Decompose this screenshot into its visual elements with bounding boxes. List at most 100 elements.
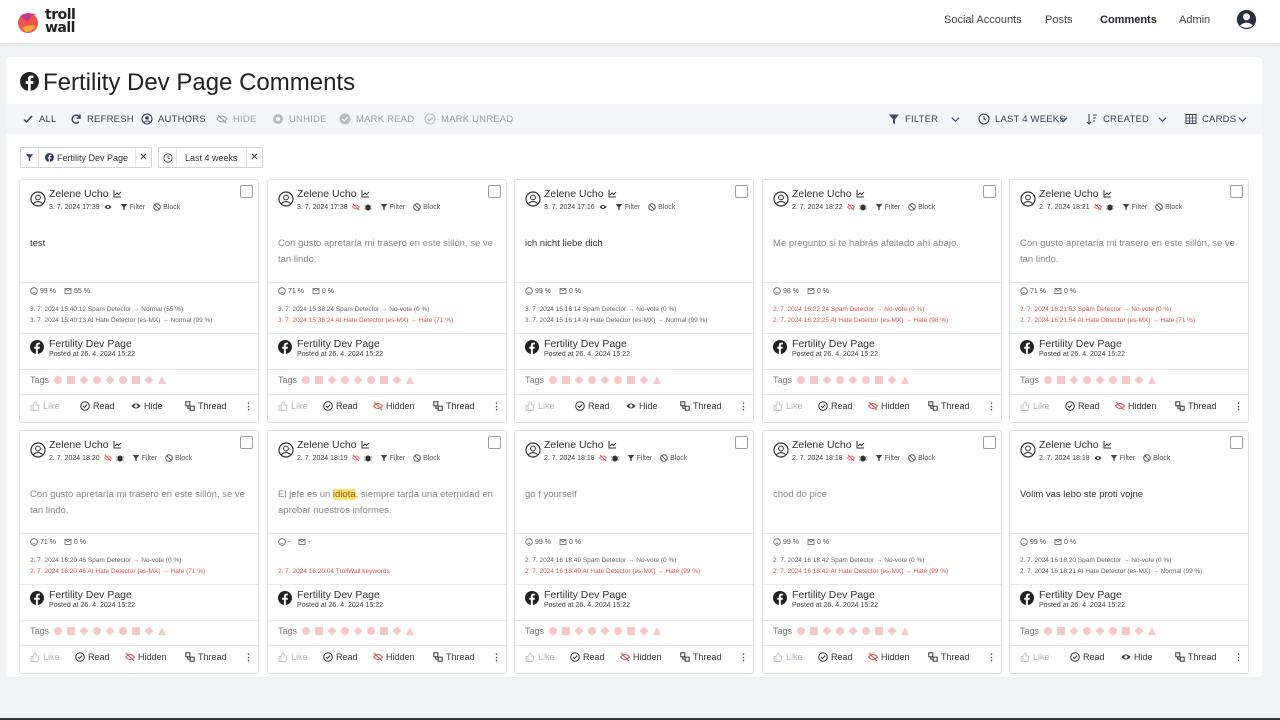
filter-author-button[interactable]: Filter: [1110, 454, 1135, 462]
author-name[interactable]: Zelene Ucho: [1039, 188, 1099, 200]
stats-chart-icon[interactable]: [1103, 189, 1112, 198]
tags-row[interactable]: Tags: [30, 375, 167, 385]
author-name[interactable]: Zelene Ucho: [544, 439, 604, 451]
mark-read-button[interactable]: Read: [1070, 652, 1105, 662]
author-name[interactable]: Zelene Ucho: [1039, 439, 1099, 451]
page-name-link[interactable]: Fertility Dev Page: [792, 589, 875, 601]
filter-author-button[interactable]: Filter: [875, 454, 900, 462]
select-checkbox[interactable]: [240, 185, 253, 198]
nav-comments[interactable]: Comments: [1100, 14, 1157, 26]
select-checkbox[interactable]: [488, 436, 501, 449]
stats-chart-icon[interactable]: [856, 440, 865, 449]
user-circle-icon[interactable]: [773, 191, 789, 207]
author-name[interactable]: Zelene Ucho: [297, 439, 357, 451]
trollwall-logo[interactable]: troll wall: [16, 7, 76, 37]
more-menu-icon[interactable]: ⋮: [244, 652, 253, 663]
select-checkbox[interactable]: [488, 185, 501, 198]
tags-row[interactable]: Tags: [1020, 626, 1157, 636]
stats-chart-icon[interactable]: [608, 440, 617, 449]
thread-button[interactable]: Thread: [185, 652, 227, 662]
select-checkbox[interactable]: [735, 185, 748, 198]
tags-row[interactable]: Tags: [30, 626, 167, 636]
like-button[interactable]: Like: [525, 401, 555, 411]
mark-read-button[interactable]: Read: [575, 401, 610, 411]
more-menu-icon[interactable]: ⋮: [492, 401, 501, 412]
like-button[interactable]: Like: [773, 652, 803, 662]
mark-read-button[interactable]: Read: [1065, 401, 1100, 411]
block-author-button[interactable]: Block: [1155, 203, 1182, 211]
user-account-icon[interactable]: [1236, 9, 1257, 30]
user-circle-icon[interactable]: [278, 191, 294, 207]
block-author-button[interactable]: Block: [153, 203, 180, 211]
unhide-button[interactable]: Hidden: [373, 652, 415, 662]
block-author-button[interactable]: Block: [908, 203, 935, 211]
unhide-button[interactable]: UNHIDE: [272, 113, 327, 125]
tags-row[interactable]: Tags: [525, 626, 662, 636]
stats-chart-icon[interactable]: [856, 189, 865, 198]
like-button[interactable]: Like: [525, 652, 555, 662]
filter-author-button[interactable]: Filter: [615, 203, 640, 211]
page-name-link[interactable]: Fertility Dev Page: [297, 589, 380, 601]
block-author-button[interactable]: Block: [413, 454, 440, 462]
thread-button[interactable]: Thread: [1175, 652, 1217, 662]
like-button[interactable]: Like: [1020, 652, 1050, 662]
like-button[interactable]: Like: [278, 401, 308, 411]
date-range-button[interactable]: LAST 4 WEEKS: [978, 113, 1066, 125]
select-checkbox[interactable]: [983, 436, 996, 449]
thread-button[interactable]: Thread: [928, 401, 970, 411]
page-name-link[interactable]: Fertility Dev Page: [792, 338, 875, 350]
chevron-down-icon[interactable]: [1058, 114, 1069, 125]
user-circle-icon[interactable]: [1020, 191, 1036, 207]
mark-read-button[interactable]: Read: [80, 401, 115, 411]
select-checkbox[interactable]: [735, 436, 748, 449]
page-name-link[interactable]: Fertility Dev Page: [297, 338, 380, 350]
more-menu-icon[interactable]: ⋮: [987, 401, 996, 412]
tags-row[interactable]: Tags: [278, 626, 415, 636]
unhide-button[interactable]: Hidden: [620, 652, 662, 662]
user-circle-icon[interactable]: [30, 442, 46, 458]
mark-read-button[interactable]: Read: [818, 652, 853, 662]
select-checkbox[interactable]: [1230, 436, 1243, 449]
block-author-button[interactable]: Block: [1143, 454, 1170, 462]
refresh-button[interactable]: REFRESH: [70, 113, 134, 125]
page-name-link[interactable]: Fertility Dev Page: [49, 338, 132, 350]
tags-row[interactable]: Tags: [278, 375, 415, 385]
select-checkbox[interactable]: [240, 436, 253, 449]
thread-button[interactable]: Thread: [185, 401, 227, 411]
user-circle-icon[interactable]: [525, 442, 541, 458]
like-button[interactable]: Like: [30, 401, 60, 411]
like-button[interactable]: Like: [773, 401, 803, 411]
filter-button[interactable]: FILTER: [888, 113, 938, 125]
thread-button[interactable]: Thread: [433, 401, 475, 411]
mark-read-button[interactable]: Read: [75, 652, 110, 662]
block-author-button[interactable]: Block: [413, 203, 440, 211]
stats-chart-icon[interactable]: [608, 189, 617, 198]
more-menu-icon[interactable]: ⋮: [739, 401, 748, 412]
chevron-down-icon[interactable]: [1157, 114, 1168, 125]
chevron-down-icon[interactable]: [950, 114, 961, 125]
unhide-button[interactable]: Hidden: [868, 652, 910, 662]
like-button[interactable]: Like: [278, 652, 308, 662]
tags-row[interactable]: Tags: [773, 375, 910, 385]
page-name-link[interactable]: Fertility Dev Page: [1039, 589, 1122, 601]
block-author-button[interactable]: Block: [908, 454, 935, 462]
block-author-button[interactable]: Block: [165, 454, 192, 462]
select-checkbox[interactable]: [1230, 185, 1243, 198]
user-circle-icon[interactable]: [278, 442, 294, 458]
block-author-button[interactable]: Block: [648, 203, 675, 211]
user-circle-icon[interactable]: [1020, 442, 1036, 458]
mark-read-button[interactable]: MARK READ: [339, 113, 414, 125]
hide-button[interactable]: Hide: [131, 401, 163, 411]
stats-chart-icon[interactable]: [361, 189, 370, 198]
user-circle-icon[interactable]: [30, 191, 46, 207]
unhide-button[interactable]: Hidden: [373, 401, 415, 411]
chevron-down-icon[interactable]: [1237, 114, 1248, 125]
author-name[interactable]: Zelene Ucho: [49, 439, 109, 451]
tags-row[interactable]: Tags: [1020, 375, 1157, 385]
mark-read-button[interactable]: Read: [818, 401, 853, 411]
author-name[interactable]: Zelene Ucho: [49, 188, 109, 200]
view-cards-button[interactable]: CARDS: [1185, 113, 1236, 125]
mark-unread-button[interactable]: MARK UNREAD: [424, 113, 513, 125]
unhide-button[interactable]: Hidden: [868, 401, 910, 411]
sort-created-button[interactable]: CREATED: [1086, 113, 1149, 125]
